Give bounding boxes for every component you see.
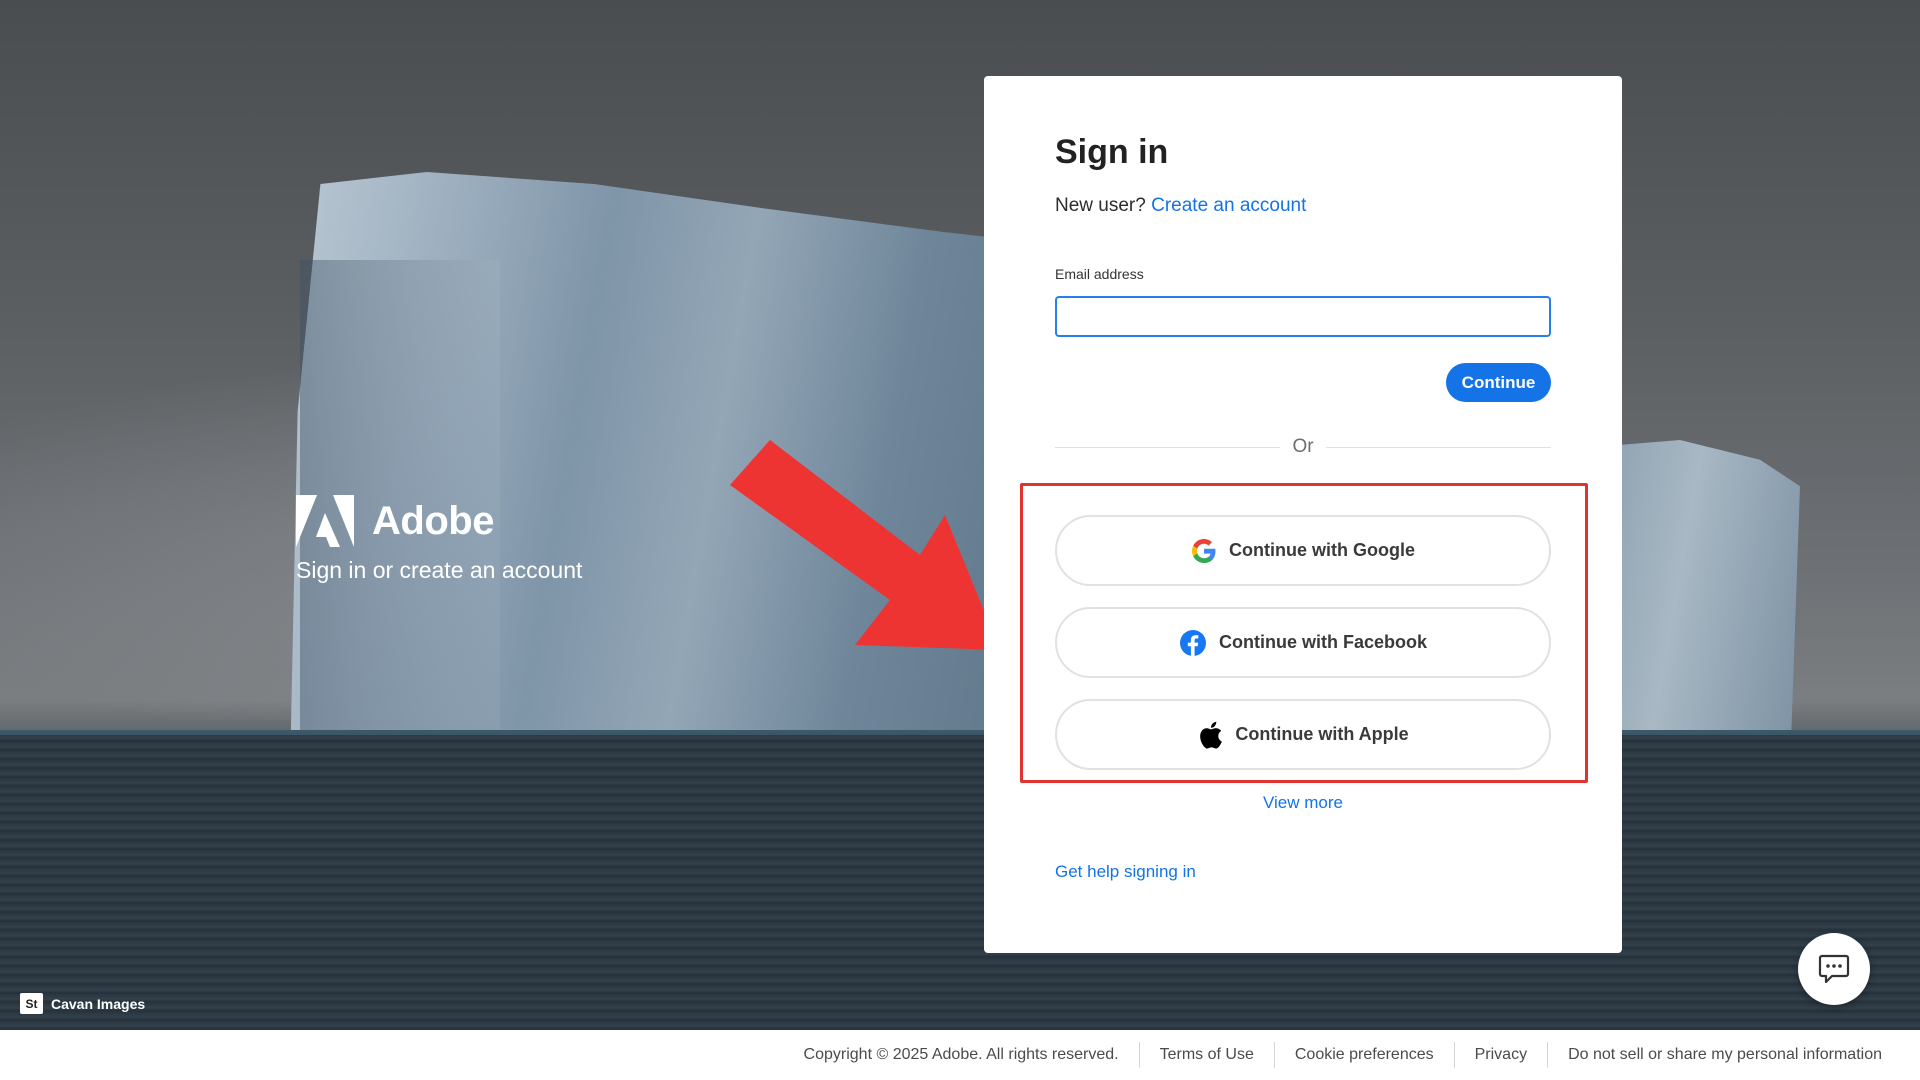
or-divider: Or (1055, 436, 1551, 460)
iceberg-right (1600, 440, 1800, 770)
terms-of-use-link[interactable]: Terms of Use (1138, 1042, 1274, 1068)
page-title: Sign in (1055, 133, 1169, 171)
footer: Copyright © 2025 Adobe. All rights reser… (0, 1030, 1920, 1080)
or-text: Or (1282, 436, 1324, 457)
or-text-wrap: Or (1055, 436, 1551, 458)
new-user-row: New user? Create an account (1055, 195, 1306, 217)
brand-row: Adobe (296, 495, 582, 547)
get-help-link[interactable]: Get help signing in (1055, 862, 1196, 882)
facebook-button-label: Continue with Facebook (1218, 632, 1427, 652)
apple-icon (1200, 721, 1223, 748)
brand-tagline: Sign in or create an account (296, 557, 583, 583)
signin-card: Sign in New user? Create an account Emai… (984, 76, 1622, 953)
cookie-preferences-link[interactable]: Cookie preferences (1273, 1042, 1454, 1068)
copyright-text: Copyright © 2025 Adobe. All rights reser… (803, 1046, 1119, 1063)
facebook-icon (1179, 629, 1206, 656)
chat-bubble-icon (1818, 954, 1850, 984)
continue-with-apple-button[interactable]: Continue with Apple (1055, 699, 1551, 770)
google-button-label: Continue with Google (1229, 540, 1415, 560)
apple-button-label: Continue with Apple (1235, 724, 1409, 744)
create-account-link[interactable]: Create an account (1151, 195, 1306, 216)
do-not-sell-link[interactable]: Do not sell or share my personal informa… (1547, 1042, 1882, 1068)
email-label: Email address (1055, 266, 1144, 282)
continue-with-google-button[interactable]: Continue with Google (1055, 515, 1551, 586)
continue-with-facebook-button[interactable]: Continue with Facebook (1055, 607, 1551, 678)
photo-credit-text: Cavan Images (51, 995, 146, 1012)
privacy-link[interactable]: Privacy (1453, 1042, 1547, 1068)
continue-button[interactable]: Continue (1446, 363, 1551, 402)
email-field[interactable] (1055, 296, 1551, 337)
view-more-link[interactable]: View more (984, 793, 1622, 813)
adobe-brand: Adobe Sign in or create an account (296, 495, 582, 584)
google-icon (1192, 538, 1216, 563)
brand-name: Adobe (372, 498, 494, 543)
photo-credit: St Cavan Images (20, 993, 145, 1014)
new-user-text: New user? (1055, 195, 1146, 216)
sea (0, 735, 1920, 1030)
adobe-logo-icon (296, 495, 354, 547)
red-arrow-annotation-icon (730, 440, 1000, 650)
stock-badge-icon: St (20, 993, 43, 1014)
chat-button[interactable] (1798, 933, 1870, 1005)
